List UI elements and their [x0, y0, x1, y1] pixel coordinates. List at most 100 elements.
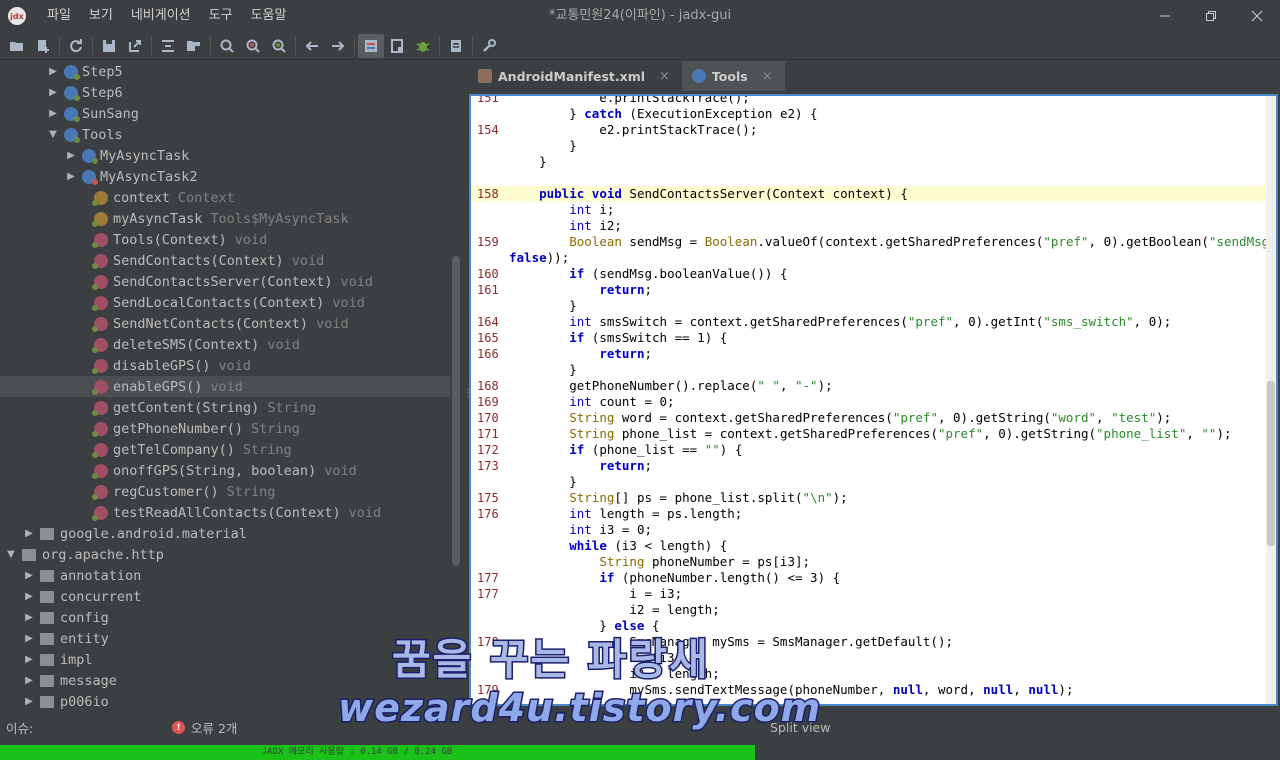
expanded-arrow-icon[interactable]: ▼: [48, 129, 58, 140]
tree-node[interactable]: ▶ Step5: [0, 61, 450, 82]
tree-node[interactable]: ▼ Tools: [0, 124, 450, 145]
export-icon[interactable]: [122, 34, 148, 58]
expanded-arrow-icon[interactable]: ▼: [6, 549, 16, 560]
reload-icon[interactable]: [63, 34, 89, 58]
tree-node[interactable]: ▶enableGPS()void: [0, 376, 450, 397]
minimize-icon[interactable]: [1142, 0, 1188, 32]
collapsed-arrow-icon[interactable]: ▶: [48, 66, 58, 77]
tree-node-label: Step6: [82, 84, 123, 101]
tree-node[interactable]: ▶ config: [0, 607, 450, 628]
debug-bug-icon[interactable]: [410, 34, 436, 58]
panel-splitter[interactable]: ⋮: [462, 61, 473, 710]
tree-node[interactable]: ▶ impl: [0, 649, 450, 670]
tab-close-icon[interactable]: ×: [659, 69, 670, 84]
tree-scrollbar[interactable]: [450, 61, 462, 710]
collapsed-arrow-icon[interactable]: ▶: [48, 108, 58, 119]
error-count-button[interactable]: ! 오류 2개: [172, 718, 237, 737]
collapsed-arrow-icon[interactable]: ▶: [24, 633, 34, 644]
maximize-icon[interactable]: [1188, 0, 1234, 32]
tree-node[interactable]: ▶SendLocalContacts(Context)void: [0, 292, 450, 313]
tree-node-type: String: [242, 441, 292, 458]
menu-item-3[interactable]: 도구: [200, 0, 242, 32]
tree-node[interactable]: ▶ p006io: [0, 691, 450, 710]
tree-node[interactable]: ▶deleteSMS(Context)void: [0, 334, 450, 355]
code-editor[interactable]: 151 e.printStackTrace(); } catch (Execut…: [469, 94, 1278, 706]
tree-node-label: message: [60, 672, 117, 689]
tree-node[interactable]: ▶getPhoneNumber()String: [0, 418, 450, 439]
deobfuscation-icon[interactable]: [358, 33, 384, 58]
tree-node-label: disableGPS(): [113, 357, 211, 374]
collapsed-arrow-icon[interactable]: ▶: [24, 570, 34, 581]
sync-tree-icon[interactable]: [155, 34, 181, 58]
tree-node[interactable]: ▶SendContacts(Context)void: [0, 250, 450, 271]
title-bar: jdx 파일 보기 네비게이션 도구 도움말 *교통민원24(이파인) - jadx-g…: [0, 0, 1280, 32]
tree-node[interactable]: ▶ google.android.material: [0, 523, 450, 544]
tree-node[interactable]: ▶getContent(String)String: [0, 397, 450, 418]
collapsed-arrow-icon[interactable]: ▶: [24, 654, 34, 665]
code-text: e2.printStackTrace();: [509, 122, 758, 137]
flatten-packages-icon[interactable]: [181, 34, 207, 58]
tab-close-icon[interactable]: ×: [762, 69, 773, 84]
menu-item-2[interactable]: 네비게이션: [122, 0, 200, 32]
tree-node[interactable]: ▶ Step6: [0, 82, 450, 103]
code-scrollbar[interactable]: [1266, 96, 1276, 704]
tree-node[interactable]: ▶ annotation: [0, 565, 450, 586]
tree-node-label: regCustomer(): [113, 483, 219, 500]
tree-node[interactable]: ▶testReadAllContacts(Context)void: [0, 502, 450, 523]
method-icon: [92, 232, 108, 248]
toolbar-separator: [472, 36, 473, 55]
code-text: }: [509, 298, 577, 313]
collapsed-arrow-icon[interactable]: ▶: [66, 150, 76, 161]
code-scrollbar-thumb[interactable]: [1267, 381, 1275, 546]
collapsed-arrow-icon[interactable]: ▶: [24, 591, 34, 602]
tree-node[interactable]: ▶ MyAsyncTask: [0, 145, 450, 166]
menu-item-1[interactable]: 보기: [80, 0, 122, 32]
menu-item-0[interactable]: 파일: [38, 0, 80, 32]
tree-node[interactable]: ▶ concurrent: [0, 586, 450, 607]
tree-node[interactable]: ▶ entity: [0, 628, 450, 649]
forward-arrow-icon[interactable]: [325, 34, 351, 58]
open-file-icon[interactable]: [4, 34, 30, 58]
code-line: 154 e2.printStackTrace();: [471, 122, 1266, 138]
collapsed-arrow-icon[interactable]: ▶: [24, 612, 34, 623]
show-log-list-icon[interactable]: [443, 34, 469, 58]
find-usage-icon[interactable]: [266, 34, 292, 58]
tree-node[interactable]: ▶myAsyncTaskTools$MyAsyncTask: [0, 208, 450, 229]
search-text-icon[interactable]: [214, 34, 240, 58]
collapsed-arrow-icon[interactable]: ▶: [24, 675, 34, 686]
preferences-wrench-icon[interactable]: [476, 34, 502, 58]
editor-tab[interactable]: AndroidManifest.xml ×: [468, 61, 682, 91]
tree-node[interactable]: ▶ message: [0, 670, 450, 691]
add-files-icon[interactable]: [30, 34, 56, 58]
tree-node[interactable]: ▼ org.apache.http: [0, 544, 450, 565]
collapsed-arrow-icon[interactable]: ▶: [24, 528, 34, 539]
search-class-icon[interactable]: [240, 34, 266, 58]
tree-node[interactable]: ▶contextContext: [0, 187, 450, 208]
code-line: } catch (ExecutionException e2) {: [471, 106, 1266, 122]
editor-tab[interactable]: Tools ×: [681, 61, 785, 91]
tree-node[interactable]: ▶Tools(Context)void: [0, 229, 450, 250]
close-window-icon[interactable]: [1234, 0, 1280, 32]
collapsed-arrow-icon[interactable]: ▶: [48, 87, 58, 98]
tree-node[interactable]: ▶ SunSang: [0, 103, 450, 124]
save-all-icon[interactable]: [96, 34, 122, 58]
tree-node[interactable]: ▶onoffGPS(String, boolean)void: [0, 460, 450, 481]
class-icon: [64, 127, 80, 143]
tree-node[interactable]: ▶disableGPS()void: [0, 355, 450, 376]
line-number: 166: [477, 347, 499, 361]
tree-node[interactable]: ▶ MyAsyncTask2: [0, 166, 450, 187]
collapsed-arrow-icon[interactable]: ▶: [24, 696, 34, 707]
collapsed-arrow-icon[interactable]: ▶: [66, 171, 76, 182]
tree-node-label: deleteSMS(Context): [113, 336, 260, 353]
tree-node[interactable]: ▶regCustomer()String: [0, 481, 450, 502]
tree-node[interactable]: ▶SendNetContacts(Context)void: [0, 313, 450, 334]
line-number: 154: [477, 123, 499, 137]
menu-item-4[interactable]: 도움말: [242, 0, 296, 32]
tree-node-label: testReadAllContacts(Context): [113, 504, 341, 521]
tree-node[interactable]: ▶SendContactsServer(Context)void: [0, 271, 450, 292]
tree-node[interactable]: ▶getTelCompany()String: [0, 439, 450, 460]
back-arrow-icon[interactable]: [299, 34, 325, 58]
split-view-toggle[interactable]: Split view: [770, 720, 830, 735]
tree-scrollbar-thumb[interactable]: [452, 256, 460, 566]
show-log-icon[interactable]: [384, 34, 410, 58]
